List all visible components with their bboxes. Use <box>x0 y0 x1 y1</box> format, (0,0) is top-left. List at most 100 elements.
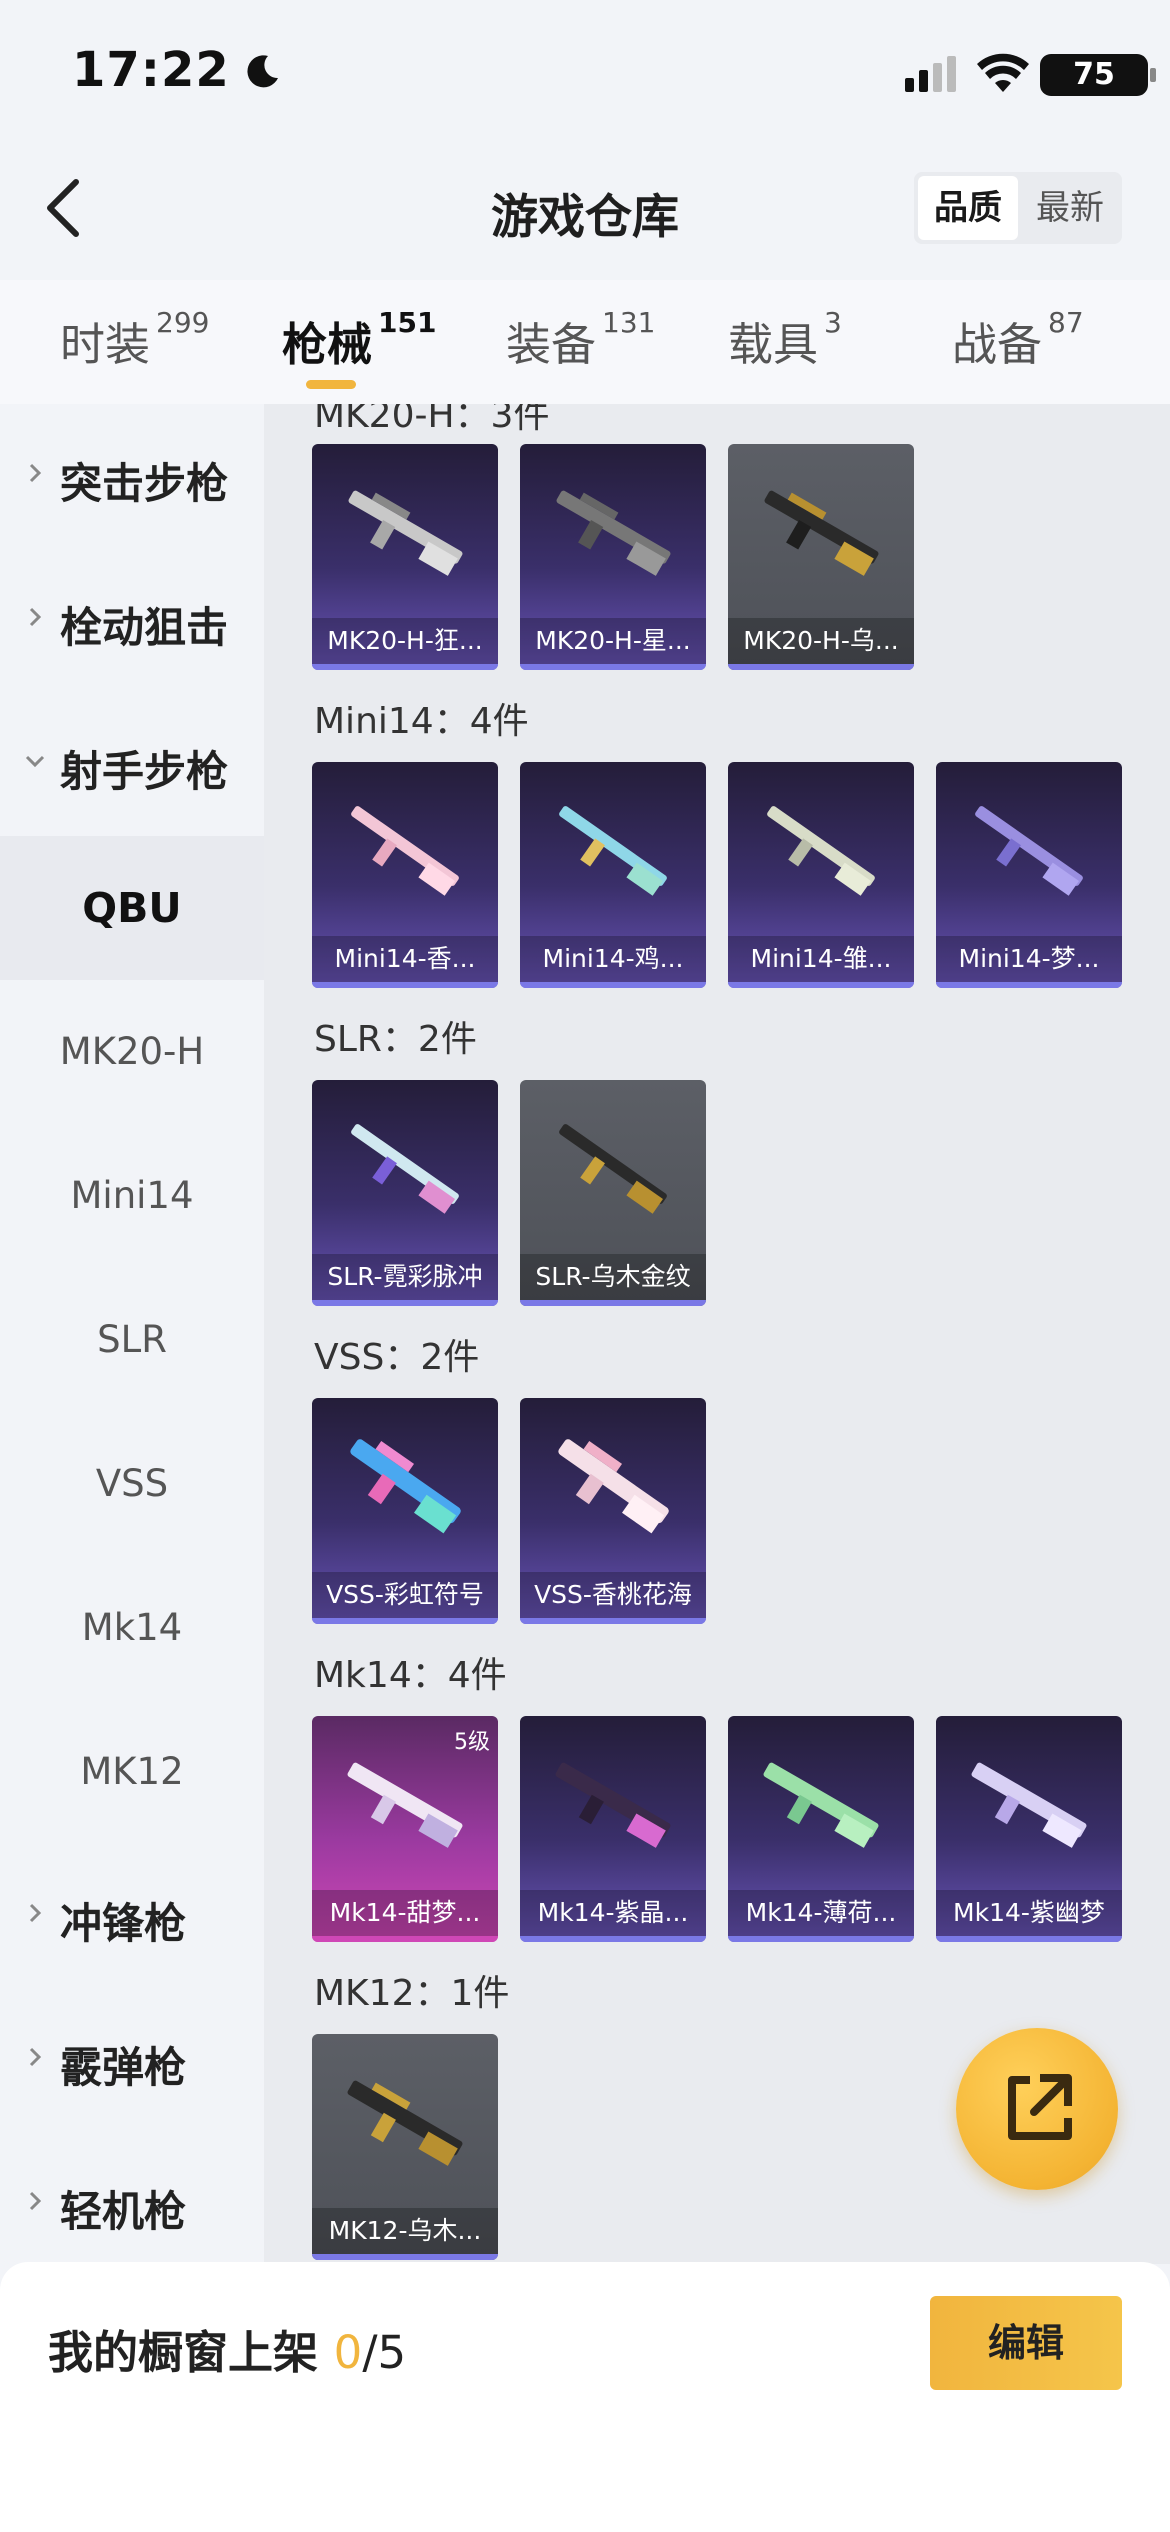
tab-equipment[interactable]: 装备 131 <box>506 306 655 373</box>
rarity-bar <box>312 1936 498 1942</box>
rarity-bar <box>520 982 706 988</box>
wifi-icon <box>977 53 1029 92</box>
sort-toggle[interactable]: 品质 最新 <box>914 172 1122 244</box>
weapon-category-sidebar: 突击步枪 栓动狙击 射手步枪 QBU MK20-H Mini14 SLR VSS… <box>0 404 264 2264</box>
signal-icon <box>905 56 956 92</box>
sidebar-sub-mk14[interactable]: Mk14 <box>0 1556 264 1700</box>
edit-button[interactable]: 编辑 <box>930 2296 1122 2390</box>
skin-card[interactable]: VSS-彩虹符号 <box>312 1398 498 1624</box>
weapon-icon <box>764 490 879 576</box>
weapon-icon <box>559 1124 667 1214</box>
chevron-right-icon <box>29 607 42 627</box>
rarity-bar <box>520 664 706 670</box>
skin-name: MK20-H-星... <box>520 618 706 664</box>
sidebar-sub-mini14[interactable]: Mini14 <box>0 1124 264 1268</box>
rarity-bar <box>312 1300 498 1306</box>
sidebar-item-bolt-sniper[interactable]: 栓动狙击 <box>0 548 264 692</box>
sidebar-sub-slr[interactable]: SLR <box>0 1268 264 1412</box>
skin-card[interactable]: Mk14-紫晶... <box>520 1716 706 1942</box>
skin-name: Mk14-甜梦... <box>312 1890 498 1936</box>
skin-card[interactable]: SLR-乌木金纹 <box>520 1080 706 1306</box>
active-tab-indicator <box>306 380 356 389</box>
weapon-icon <box>351 806 459 896</box>
section-header-vss: VSS：2件 <box>314 1337 480 1378</box>
tab-vehicles[interactable]: 载具 3 <box>728 306 842 373</box>
section-header-mini14: Mini14：4件 <box>314 701 529 742</box>
skin-card[interactable]: MK20-H-星... <box>520 444 706 670</box>
weapon-icon <box>558 1439 669 1534</box>
skin-card[interactable]: MK12-乌木... <box>312 2034 498 2260</box>
chevron-right-icon <box>29 2191 42 2211</box>
moon-icon <box>247 55 278 88</box>
skin-name: SLR-乌木金纹 <box>520 1254 706 1300</box>
sidebar-item-assault-rifle[interactable]: 突击步枪 <box>0 404 264 548</box>
sidebar-item-marksman-rifle[interactable]: 射手步枪 <box>0 692 264 836</box>
sidebar-sub-vss[interactable]: VSS <box>0 1412 264 1556</box>
rarity-bar <box>728 664 914 670</box>
skin-name: VSS-彩虹符号 <box>312 1572 498 1618</box>
skin-name: Mini14-梦... <box>936 936 1122 982</box>
sidebar-sub-qbu[interactable]: QBU <box>0 836 264 980</box>
tab-fashion[interactable]: 时装 299 <box>60 306 209 373</box>
skin-card[interactable]: VSS-香桃花海 <box>520 1398 706 1624</box>
section-header-mk14: Mk14：4件 <box>314 1655 507 1696</box>
rarity-bar <box>728 1936 914 1942</box>
weapon-icon <box>556 490 671 576</box>
skin-card[interactable]: 5级 Mk14-甜梦... <box>312 1716 498 1942</box>
skin-card[interactable]: SLR-霓彩脉冲 <box>312 1080 498 1306</box>
tab-firearms[interactable]: 枪械 151 <box>282 306 436 373</box>
sort-newest-button[interactable]: 最新 <box>1020 176 1120 240</box>
sidebar-item-shotgun[interactable]: 霰弹枪 <box>0 1988 264 2132</box>
section-header-mk20h: MK20-H：3件 <box>314 404 550 436</box>
skin-card[interactable]: Mini14-雏... <box>728 762 914 988</box>
skin-card[interactable]: MK20-H-乌... <box>728 444 914 670</box>
chevron-right-icon <box>29 2047 42 2067</box>
skin-name: Mk14-薄荷... <box>728 1890 914 1936</box>
rarity-bar <box>312 1618 498 1624</box>
rarity-bar <box>936 982 1122 988</box>
skin-name: MK12-乌木... <box>312 2208 498 2254</box>
skin-name: MK20-H-乌... <box>728 618 914 664</box>
battery-level: 75 <box>1073 57 1115 92</box>
skin-card[interactable]: Mini14-香... <box>312 762 498 988</box>
chevron-down-icon <box>25 755 45 768</box>
rarity-bar <box>936 1936 1122 1942</box>
skin-name: VSS-香桃花海 <box>520 1572 706 1618</box>
rarity-bar <box>520 1936 706 1942</box>
rarity-bar <box>728 982 914 988</box>
skin-name: Mini14-香... <box>312 936 498 982</box>
weapon-icon <box>350 1439 461 1534</box>
weapon-icon <box>763 1762 879 1848</box>
battery-icon: 75 <box>1040 54 1160 96</box>
sidebar-item-lmg[interactable]: 轻机枪 <box>0 2132 264 2276</box>
weapon-icon <box>971 1762 1087 1848</box>
skin-card[interactable]: MK20-H-狂... <box>312 444 498 670</box>
rarity-bar <box>520 1618 706 1624</box>
weapon-skin-grid: MK20-H：3件 MK20-H-狂... MK20-H-星... MK20-H… <box>264 404 1170 2264</box>
chevron-right-icon <box>29 1903 42 1923</box>
skin-card[interactable]: Mini14-鸡... <box>520 762 706 988</box>
skin-name: Mk14-紫幽梦 <box>936 1890 1122 1936</box>
sidebar-sub-mk20h[interactable]: MK20-H <box>0 980 264 1124</box>
section-header-slr: SLR：2件 <box>314 1019 477 1060</box>
weapon-icon <box>347 2080 463 2166</box>
sort-quality-button[interactable]: 品质 <box>918 176 1018 240</box>
status-time: 17:22 <box>72 42 230 98</box>
skin-card[interactable]: Mk14-薄荷... <box>728 1716 914 1942</box>
weapon-icon <box>555 1762 671 1848</box>
rarity-bar <box>312 982 498 988</box>
skin-card[interactable]: Mini14-梦... <box>936 762 1122 988</box>
weapon-icon <box>559 806 667 896</box>
showcase-count: 我的橱窗上架 0/5 <box>48 2326 407 2379</box>
weapon-icon <box>351 1124 459 1214</box>
skin-card[interactable]: Mk14-紫幽梦 <box>936 1716 1122 1942</box>
tab-supplies[interactable]: 战备 87 <box>952 306 1084 373</box>
weapon-icon <box>767 806 875 896</box>
share-button[interactable] <box>956 2028 1118 2190</box>
category-tabs: 时装 299 枪械 151 装备 131 载具 3 战备 87 <box>0 280 1170 404</box>
skin-name: Mk14-紫晶... <box>520 1890 706 1936</box>
sidebar-item-smg[interactable]: 冲锋枪 <box>0 1844 264 1988</box>
share-icon <box>1008 2074 1072 2140</box>
sidebar-sub-mk12[interactable]: MK12 <box>0 1700 264 1844</box>
chevron-right-icon <box>29 463 42 483</box>
